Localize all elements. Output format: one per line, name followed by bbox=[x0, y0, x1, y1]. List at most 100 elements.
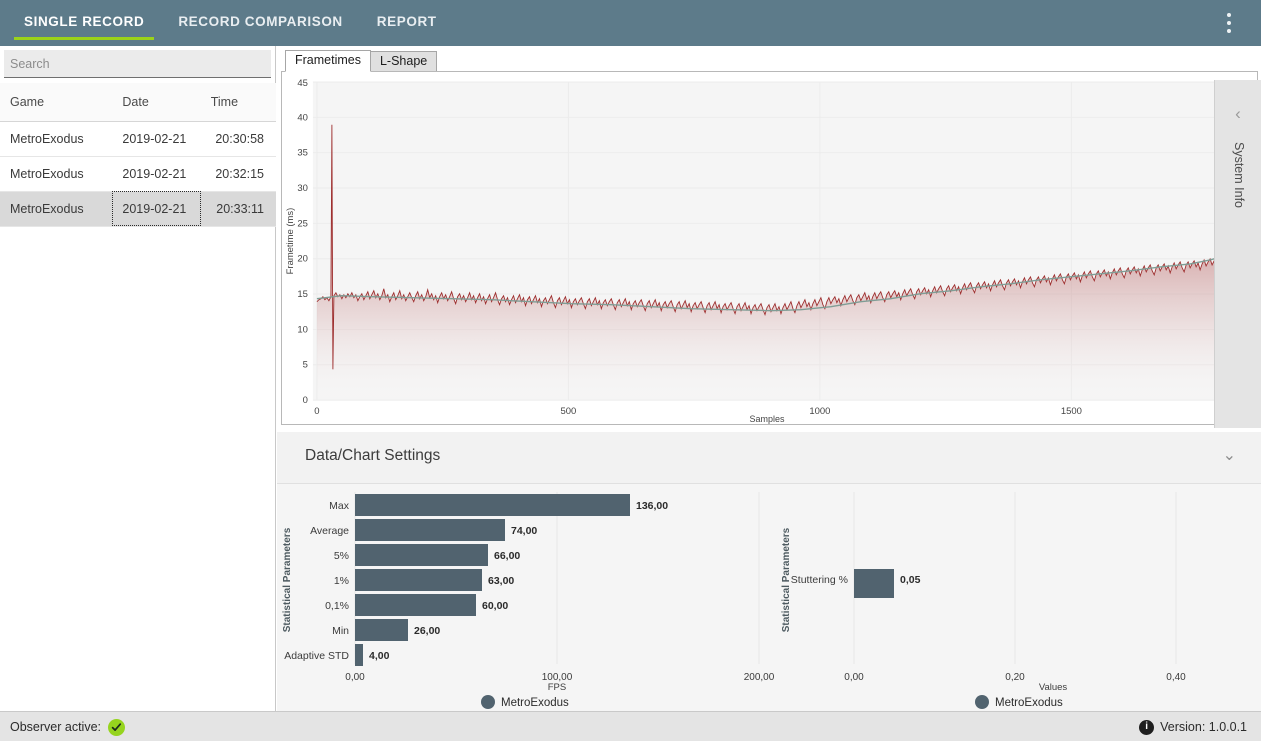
fps-y-axis-title: Statistical Parameters bbox=[282, 527, 293, 632]
fps-x-axis-title: FPS bbox=[548, 682, 566, 693]
search-input[interactable] bbox=[4, 50, 271, 77]
svg-text:26,00: 26,00 bbox=[414, 625, 440, 637]
bar-5-percent[interactable] bbox=[355, 544, 488, 566]
app-header: SINGLE RECORD RECORD COMPARISON REPORT bbox=[0, 0, 1261, 46]
svg-text:0: 0 bbox=[314, 406, 319, 417]
chart-tab-strip: Frametimes L-Shape bbox=[277, 50, 1261, 72]
tab-single-record-label: SINGLE RECORD bbox=[24, 14, 145, 29]
stuttering-y-axis-title: Statistical Parameters bbox=[781, 527, 792, 632]
svg-text:200,00: 200,00 bbox=[744, 672, 775, 683]
data-chart-settings-header[interactable]: Data/Chart Settings ⌄ bbox=[277, 432, 1261, 484]
svg-text:5%: 5% bbox=[334, 550, 349, 562]
svg-text:0,00: 0,00 bbox=[844, 672, 864, 683]
frametimes-plot: 0 5 10 15 20 25 30 35 40 45 Frametime (m… bbox=[282, 72, 1257, 424]
legend-swatch-icon bbox=[481, 695, 495, 709]
table-row[interactable]: MetroExodus 2019-02-21 20:32:15 bbox=[0, 156, 276, 192]
system-info-panel-toggle[interactable]: ‹ System Info bbox=[1214, 80, 1261, 428]
fps-legend-label: MetroExodus bbox=[501, 697, 569, 709]
data-chart-settings-title: Data/Chart Settings bbox=[305, 447, 441, 464]
svg-text:1%: 1% bbox=[334, 575, 349, 587]
stuttering-x-axis-title: Values bbox=[1039, 682, 1068, 693]
cell-game[interactable]: MetroExodus bbox=[0, 156, 113, 192]
status-bar: Observer active: i Version: 1.0.0.1 bbox=[0, 711, 1261, 741]
bar-stuttering-percent[interactable] bbox=[854, 569, 894, 598]
tab-frametimes-label: Frametimes bbox=[295, 53, 361, 67]
cell-time[interactable]: 20:33:11 bbox=[200, 191, 276, 227]
bar-1-percent[interactable] bbox=[355, 569, 482, 591]
cell-game[interactable]: MetroExodus bbox=[0, 121, 113, 157]
tab-l-shape-label: L-Shape bbox=[379, 54, 428, 68]
app-root: SINGLE RECORD RECORD COMPARISON REPORT G… bbox=[0, 0, 1261, 741]
column-header-game[interactable]: Game bbox=[0, 83, 113, 122]
svg-text:136,00: 136,00 bbox=[636, 500, 668, 512]
x-axis-title: Samples bbox=[750, 414, 785, 424]
stuttering-category-label: Stuttering % bbox=[791, 574, 848, 586]
svg-text:0: 0 bbox=[303, 395, 308, 406]
cell-game[interactable]: MetroExodus bbox=[0, 191, 113, 227]
svg-text:15: 15 bbox=[297, 289, 308, 300]
column-header-date[interactable]: Date bbox=[112, 83, 201, 122]
svg-text:1000: 1000 bbox=[809, 406, 830, 417]
stuttering-value-label: 0,05 bbox=[900, 574, 921, 586]
svg-text:45: 45 bbox=[297, 78, 308, 89]
svg-text:Average: Average bbox=[310, 525, 349, 537]
svg-text:66,00: 66,00 bbox=[494, 550, 520, 562]
svg-text:20: 20 bbox=[297, 254, 308, 265]
svg-text:60,00: 60,00 bbox=[482, 600, 508, 612]
observer-status-label: Observer active: bbox=[10, 720, 102, 734]
chart-panel: Frametimes L-Shape 0 5 10 15 20 25 30 35… bbox=[277, 50, 1261, 428]
tab-record-comparison[interactable]: RECORD COMPARISON bbox=[161, 0, 359, 46]
svg-text:63,00: 63,00 bbox=[488, 575, 514, 587]
bar-average[interactable] bbox=[355, 519, 505, 541]
frametimes-chart[interactable]: 0 5 10 15 20 25 30 35 40 45 Frametime (m… bbox=[281, 71, 1258, 425]
statistics-charts-area: Max Average 5% 1% 0,1% Min Adaptive STD … bbox=[277, 484, 1261, 711]
tab-l-shape[interactable]: L-Shape bbox=[369, 51, 438, 72]
y-axis-title: Frametime (ms) bbox=[285, 208, 296, 275]
system-info-label: System Info bbox=[1232, 142, 1246, 208]
stuttering-legend-label: MetroExodus bbox=[995, 697, 1063, 709]
svg-text:25: 25 bbox=[297, 218, 308, 229]
check-circle-icon bbox=[108, 718, 126, 736]
menu-dot bbox=[1227, 13, 1231, 17]
column-header-time[interactable]: Time bbox=[200, 83, 276, 122]
bar-min[interactable] bbox=[355, 619, 408, 641]
svg-text:0,20: 0,20 bbox=[1005, 672, 1025, 683]
chevron-left-icon[interactable]: ‹ bbox=[1215, 105, 1261, 122]
svg-text:30: 30 bbox=[297, 183, 308, 194]
cell-time[interactable]: 20:30:58 bbox=[200, 121, 276, 157]
svg-text:10: 10 bbox=[297, 324, 308, 335]
bar-adaptive-std[interactable] bbox=[355, 644, 363, 666]
svg-text:Min: Min bbox=[332, 625, 349, 637]
cell-time[interactable]: 20:32:15 bbox=[200, 156, 276, 192]
svg-text:35: 35 bbox=[297, 148, 308, 159]
records-table: Game Date Time MetroExodus 2019-02-21 20… bbox=[0, 83, 276, 227]
bar-max[interactable] bbox=[355, 494, 630, 516]
menu-dot bbox=[1227, 21, 1231, 25]
svg-text:0,40: 0,40 bbox=[1166, 672, 1186, 683]
bar-01-percent[interactable] bbox=[355, 594, 476, 616]
chevron-down-icon[interactable]: ⌄ bbox=[1223, 446, 1236, 466]
svg-text:1500: 1500 bbox=[1061, 406, 1082, 417]
records-sidebar: Game Date Time MetroExodus 2019-02-21 20… bbox=[0, 46, 276, 711]
search-box[interactable] bbox=[4, 50, 271, 78]
version-label: Version: 1.0.0.1 bbox=[1160, 720, 1247, 734]
cell-date[interactable]: 2019-02-21 bbox=[112, 156, 201, 192]
cell-date[interactable]: 2019-02-21 bbox=[112, 191, 201, 227]
svg-text:500: 500 bbox=[561, 406, 577, 417]
cell-date[interactable]: 2019-02-21 bbox=[112, 121, 201, 157]
more-vertical-icon[interactable] bbox=[1219, 12, 1239, 34]
svg-text:5: 5 bbox=[303, 360, 308, 371]
svg-text:Max: Max bbox=[329, 500, 350, 512]
statistics-charts-svg: Max Average 5% 1% 0,1% Min Adaptive STD … bbox=[277, 484, 1261, 711]
svg-text:0,1%: 0,1% bbox=[325, 600, 349, 612]
table-row[interactable]: MetroExodus 2019-02-21 20:30:58 bbox=[0, 121, 276, 157]
main-nav-tabs: SINGLE RECORD RECORD COMPARISON REPORT bbox=[0, 0, 454, 46]
tab-report[interactable]: REPORT bbox=[360, 0, 454, 46]
menu-dot bbox=[1227, 29, 1231, 33]
tab-frametimes[interactable]: Frametimes bbox=[285, 50, 371, 72]
tab-single-record[interactable]: SINGLE RECORD bbox=[7, 0, 161, 46]
version-status: i Version: 1.0.0.1 bbox=[1139, 712, 1247, 741]
table-row-selected[interactable]: MetroExodus 2019-02-21 20:33:11 bbox=[0, 191, 276, 227]
info-icon: i bbox=[1139, 719, 1155, 735]
svg-text:0,00: 0,00 bbox=[345, 672, 365, 683]
